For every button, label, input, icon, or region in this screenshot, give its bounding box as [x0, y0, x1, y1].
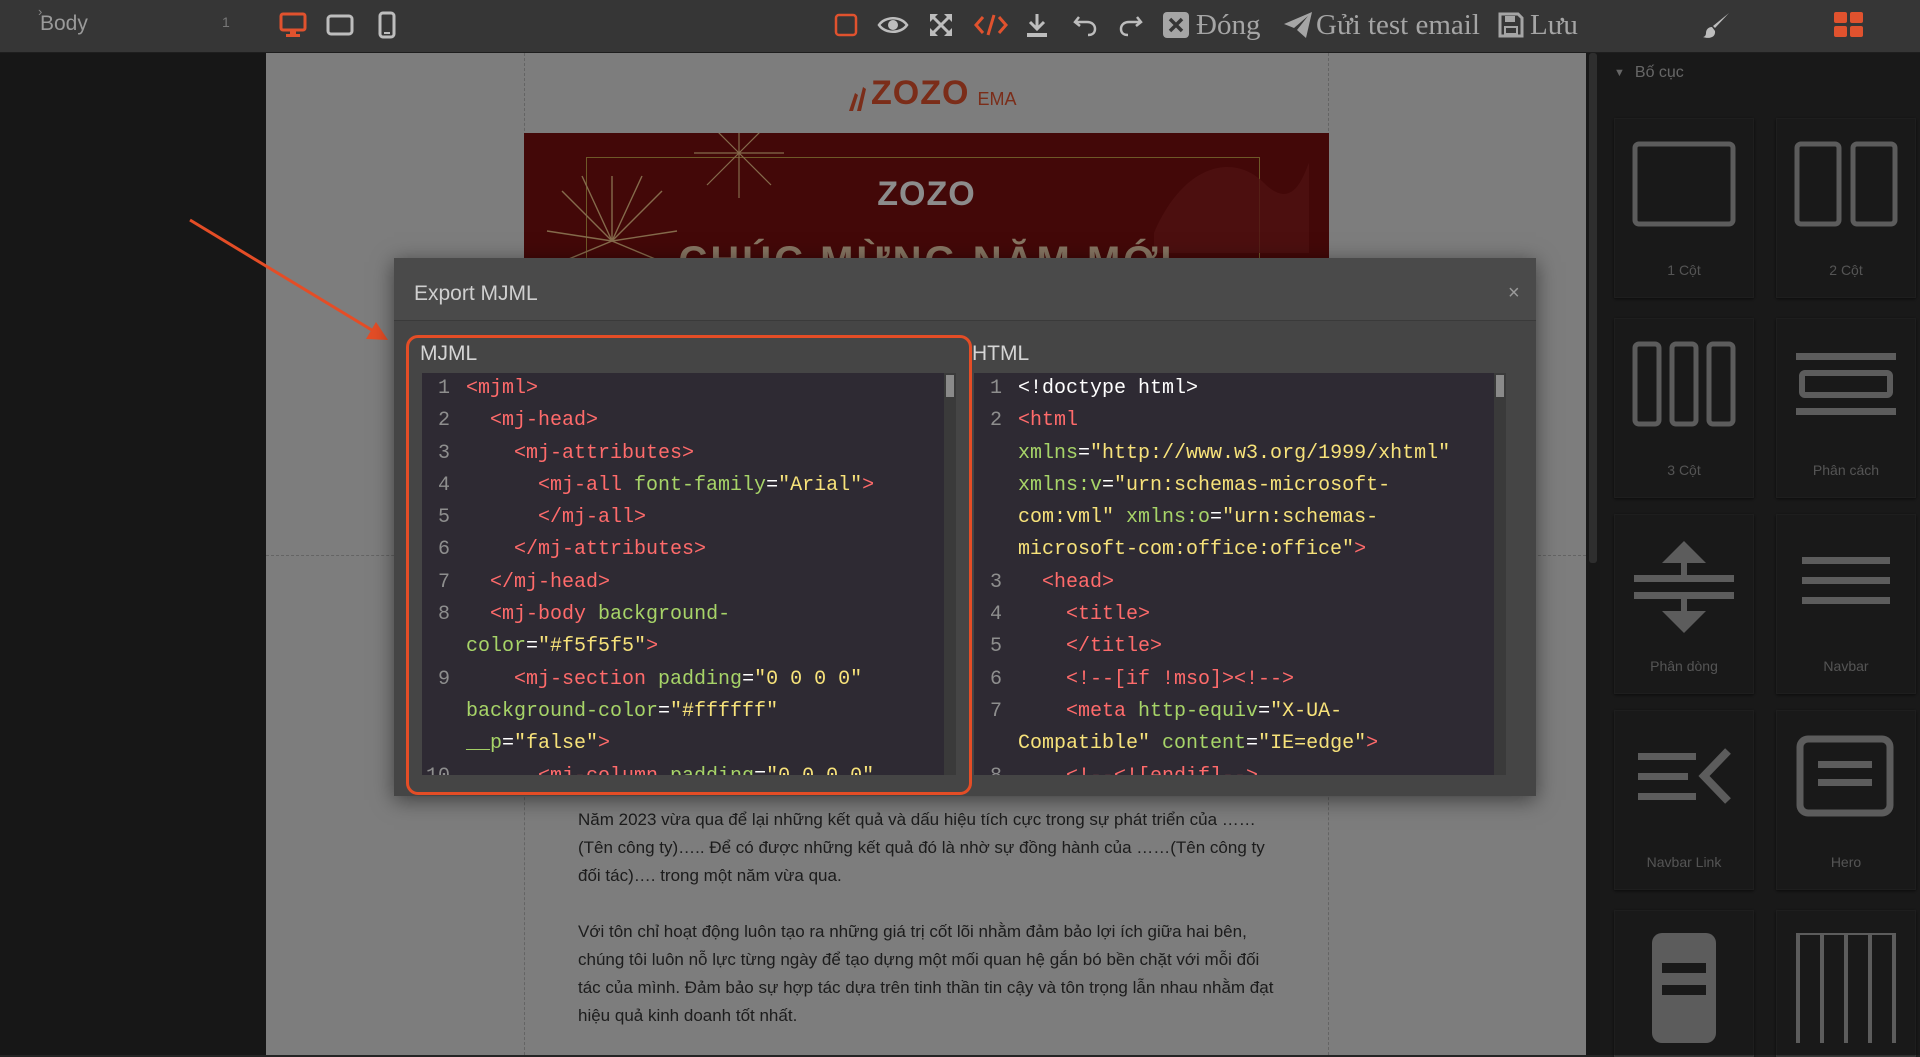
html-code-scrollbar[interactable]	[1494, 373, 1506, 775]
mobile-device-icon[interactable]	[376, 8, 398, 42]
undo-icon[interactable]	[1072, 8, 1098, 42]
top-toolbar: › Body 1 Đóng Gửi test email Lưu	[0, 0, 1920, 53]
html-code-line: 4 <title>	[974, 599, 1504, 631]
html-code-line: 5 </title>	[974, 631, 1504, 663]
code-token: >	[1354, 538, 1367, 562]
close-square-icon	[1163, 12, 1189, 38]
save-button[interactable]: Lưu	[1498, 8, 1578, 42]
line-number: 3	[989, 570, 1002, 594]
modal-header: Export MJML ×	[394, 258, 1536, 321]
code-token: <head>	[1042, 570, 1115, 594]
html-code-line: Compatible" content="IE=edge">	[974, 728, 1504, 760]
code-token: xmlns:o	[1126, 506, 1211, 530]
blocks-grid-icon[interactable]	[1834, 8, 1864, 42]
code-token: <html	[1018, 409, 1079, 433]
send-test-email-label: Gửi test email	[1316, 8, 1480, 41]
tablet-device-icon[interactable]	[325, 8, 355, 42]
code-token: xmlns:v	[1018, 473, 1103, 497]
code-token: =	[1258, 699, 1271, 723]
code-token: "urn:schemas-	[1222, 506, 1379, 530]
code-token: =	[1102, 473, 1115, 497]
code-token: <!doctype html>	[1018, 377, 1199, 400]
code-token: </title>	[1066, 635, 1163, 659]
modal-close-icon[interactable]: ×	[1508, 282, 1520, 305]
code-token: http-equiv	[1138, 699, 1259, 723]
line-number: 1	[989, 377, 1002, 400]
code-token: microsoft-com:office:office"	[1018, 538, 1355, 562]
code-export-icon[interactable]	[972, 8, 1010, 42]
code-token: xmlns	[1018, 441, 1079, 465]
fullscreen-icon[interactable]	[926, 8, 956, 42]
line-number: 4	[989, 603, 1002, 627]
code-token: Compatible"	[1018, 732, 1163, 756]
modal-title: Export MJML	[414, 282, 538, 305]
style-brush-icon[interactable]	[1702, 8, 1732, 42]
code-token: "IE=edge"	[1258, 732, 1367, 756]
line-number: 5	[989, 635, 1002, 659]
html-code-line: 8 <!--<![endif]-->	[974, 761, 1504, 775]
html-code-line: xmlns="http://www.w3.org/1999/xhtml"	[974, 438, 1504, 470]
preview-eye-icon[interactable]	[876, 8, 910, 42]
html-code-line: com:vml" xmlns:o="urn:schemas-	[974, 502, 1504, 534]
layer-name[interactable]: Body	[40, 12, 88, 36]
code-token: =	[1078, 441, 1091, 465]
code-token: <title>	[1066, 603, 1151, 627]
desktop-device-icon[interactable]	[278, 8, 308, 42]
download-icon[interactable]	[1024, 8, 1050, 42]
code-token: <!--<![endif]-->	[1066, 765, 1258, 775]
code-token: >	[1366, 732, 1379, 756]
close-editor-button[interactable]: Đóng	[1162, 8, 1260, 42]
code-token: <!--[if !mso]><!-->	[1066, 667, 1295, 691]
send-test-email-button[interactable]: Gửi test email	[1282, 8, 1480, 42]
line-number: 2	[989, 409, 1002, 433]
mjml-highlight-box	[406, 335, 972, 795]
html-code-line: 2 <html	[974, 405, 1504, 437]
line-number: 8	[974, 761, 1002, 775]
code-token: "X-UA-	[1270, 699, 1343, 723]
html-code-line: 7 <meta http-equiv="X-UA-	[974, 696, 1504, 728]
redo-icon[interactable]	[1118, 8, 1144, 42]
annotation-arrow-icon	[189, 218, 388, 340]
code-token: =	[1246, 732, 1259, 756]
code-token: <meta	[1066, 699, 1139, 723]
paper-plane-icon	[1284, 12, 1312, 38]
save-label: Lưu	[1530, 8, 1578, 41]
line-number: 7	[989, 699, 1002, 723]
show-borders-icon[interactable]	[832, 8, 860, 42]
html-code-line: 3 <head>	[974, 567, 1504, 599]
html-code-line: microsoft-com:office:office">	[974, 534, 1504, 566]
html-code-line: 6 <!--[if !mso]><!-->	[974, 664, 1504, 696]
html-code-editor[interactable]: 1 <!doctype html> 2 <html xmlns="http://www.…	[974, 373, 1504, 775]
close-editor-label: Đóng	[1196, 8, 1261, 41]
floppy-disk-icon	[1498, 12, 1524, 38]
code-token: content	[1162, 732, 1247, 756]
html-label: HTML	[972, 342, 1030, 365]
code-token: =	[1210, 506, 1223, 530]
html-code-scroll-thumb[interactable]	[1496, 375, 1504, 397]
line-number: 6	[989, 667, 1002, 691]
code-token: "http://www.w3.org/1999/xhtml"	[1090, 441, 1451, 465]
html-code-line: 1 <!doctype html>	[974, 373, 1504, 405]
code-token: com:vml"	[1018, 506, 1127, 530]
code-token: "urn:schemas-microsoft-	[1114, 473, 1391, 497]
html-code-line: xmlns:v="urn:schemas-microsoft-	[974, 470, 1504, 502]
layer-count: 1	[222, 14, 230, 30]
